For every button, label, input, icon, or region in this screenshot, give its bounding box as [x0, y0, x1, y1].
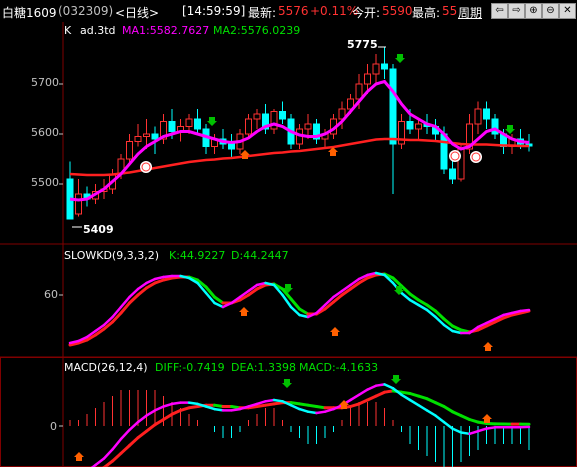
- main-title: ad.3td: [80, 24, 116, 37]
- macd-diff-line: [315, 410, 327, 415]
- latest-value: 5576: [278, 4, 309, 18]
- candle-body: [304, 123, 312, 130]
- candle-body: [151, 133, 159, 140]
- macd-diff-line: [459, 431, 471, 436]
- main-ytick-3: 5500: [31, 176, 59, 189]
- candle-body: [126, 141, 133, 160]
- candle-body: [415, 123, 422, 130]
- candle-body: [253, 113, 261, 120]
- main-ytick-1: 5700: [31, 76, 59, 89]
- symbol-name: 白糖1609: [2, 6, 57, 20]
- candle-body: [270, 111, 278, 130]
- nav-right-icon[interactable]: ⇨: [508, 3, 525, 19]
- candle-body: [245, 118, 252, 135]
- change-value: +0.11%: [310, 4, 359, 18]
- zoom-in-icon[interactable]: ⊕: [525, 3, 542, 19]
- macd-diff-line: [170, 401, 182, 406]
- candle-body: [372, 63, 380, 75]
- open-value: 5590: [382, 4, 413, 18]
- macd-dea-value: DEA:1.3398: [231, 361, 296, 374]
- kd-ytick: 60: [44, 288, 58, 301]
- candle-body: [406, 121, 414, 130]
- kd-k-line: [519, 308, 531, 313]
- macd-diff-line: [485, 426, 497, 430]
- zoom-out-icon[interactable]: ⊖: [542, 3, 559, 19]
- candle-body: [143, 133, 150, 137]
- candle-body: [483, 108, 490, 120]
- candle-body: [194, 118, 201, 130]
- macd-ytick: 0: [50, 420, 57, 433]
- latest-label: 最新:: [248, 6, 277, 20]
- candle-body: [389, 68, 397, 145]
- candle-body: [279, 111, 286, 120]
- time-label: [14:59:59]: [182, 4, 246, 18]
- candle-body: [449, 168, 456, 180]
- macd-diff-line: [306, 410, 318, 415]
- candle-body: [364, 73, 371, 85]
- ma1-value: MA1:5582.7627: [122, 24, 210, 37]
- low-marker-label: 5409: [83, 223, 114, 236]
- macd-diff-line: [272, 398, 284, 403]
- period-label: <日线>: [115, 6, 160, 20]
- macd-diff-line: [230, 407, 242, 412]
- kline-chart[interactable]: [0, 22, 577, 467]
- macd-macd-value: MACD:-4.1633: [299, 361, 379, 374]
- candle-body: [381, 63, 388, 70]
- macd-diff-line: [264, 398, 276, 403]
- macd-diff-line: [187, 401, 199, 406]
- main-ytick-2: 5600: [31, 126, 59, 139]
- kd-d-value: D:44.2447: [231, 249, 289, 262]
- ma2-value: MA2:5576.0239: [213, 24, 301, 37]
- cycle-button[interactable]: 周期: [458, 4, 482, 21]
- candle-body: [440, 133, 448, 170]
- high-label: 最高:: [412, 6, 441, 20]
- candle-body: [228, 143, 235, 150]
- candle-body: [474, 108, 482, 125]
- high-value: 55: [442, 4, 458, 18]
- candle-body: [134, 136, 142, 142]
- symbol-code: (032309): [58, 4, 114, 18]
- main-prefix: K: [64, 24, 72, 37]
- kd-k-line: [162, 274, 174, 279]
- macd-title: MACD(26,12,4): [64, 361, 148, 374]
- open-label: 今开:: [352, 6, 381, 20]
- candle-body: [185, 118, 193, 127]
- close-icon[interactable]: ✕: [559, 3, 576, 19]
- title-bar: 白糖1609 (032309) <日线> [14:59:59] 最新: 5576…: [0, 0, 577, 23]
- kd-title: SLOWKD(9,3,3,2): [64, 249, 160, 262]
- candle-body: [75, 193, 82, 215]
- nav-left-icon[interactable]: ⇦: [491, 3, 508, 19]
- candle-body: [168, 121, 176, 132]
- macd-diff-line: [374, 383, 386, 387]
- macd-diff-line: [213, 407, 225, 412]
- kd-k-value: K:44.9227: [169, 249, 226, 262]
- macd-diff-value: DIFF:-0.7419: [155, 361, 225, 374]
- high-marker-label: 5775: [347, 38, 378, 51]
